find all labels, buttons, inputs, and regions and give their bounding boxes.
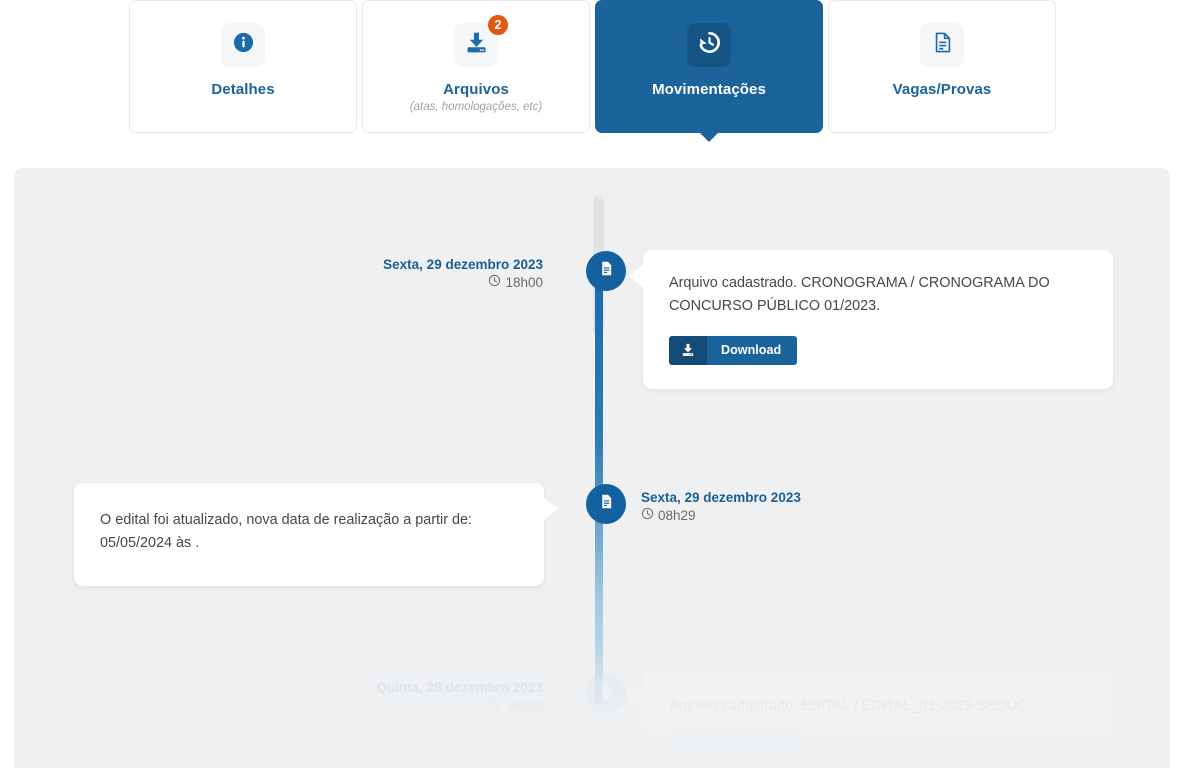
tab-detalhes[interactable]: Detalhes bbox=[129, 0, 357, 133]
tab-sublabel-arquivos: (atas, homologações, etc) bbox=[409, 101, 543, 113]
document-icon bbox=[598, 260, 615, 282]
download-icon bbox=[669, 735, 707, 765]
timeline-node-1[interactable] bbox=[586, 251, 626, 291]
timeline-time-3: 18h00 bbox=[260, 697, 543, 715]
timeline-time-text-2: 08h29 bbox=[658, 508, 696, 524]
tab-icon-tile: 2 bbox=[454, 13, 510, 67]
document-icon bbox=[931, 31, 954, 59]
timeline: Sexta, 29 dezembro 2023 18h00 Arquivo ca… bbox=[14, 168, 1170, 768]
timeline-date-2: Sexta, 29 dezembro 2023 bbox=[641, 490, 801, 505]
download-icon bbox=[669, 335, 707, 365]
info-circle-icon bbox=[232, 31, 255, 59]
movimentacoes-panel: Sexta, 29 dezembro 2023 18h00 Arquivo ca… bbox=[14, 168, 1170, 768]
timeline-time-text-1: 18h00 bbox=[505, 275, 543, 291]
card-tail bbox=[629, 264, 644, 288]
tab-movimentacoes[interactable]: Movimentações bbox=[595, 0, 823, 133]
timeline-node-2[interactable] bbox=[586, 484, 626, 524]
timeline-date-1: Sexta, 29 dezembro 2023 bbox=[383, 257, 543, 272]
tab-label-arquivos: Arquivos bbox=[443, 81, 509, 98]
card-tail bbox=[629, 687, 644, 711]
download-tray-icon bbox=[464, 30, 489, 60]
timeline-card-text-1: Arquivo cadastrado. CRONOGRAMA / CRONOGR… bbox=[669, 275, 1050, 315]
tab-bar: Detalhes 2 Arquivos (atas, homologações,… bbox=[129, 0, 1059, 138]
timeline-time-1: 18h00 bbox=[260, 274, 543, 292]
tab-icon-tile bbox=[687, 23, 731, 67]
document-icon bbox=[598, 493, 615, 515]
timeline-card-2: O edital foi atualizado, nova data de re… bbox=[74, 483, 558, 586]
timeline-card-text-3: Arquivo cadastrado. EDITAL / EDITAL_01-2… bbox=[669, 698, 1032, 714]
history-clock-icon bbox=[697, 30, 722, 60]
card-tail bbox=[543, 497, 558, 521]
timeline-node-3[interactable] bbox=[586, 674, 626, 714]
timeline-meta-2: Sexta, 29 dezembro 2023 08h29 bbox=[641, 489, 941, 525]
timeline-card-1: Arquivo cadastrado. CRONOGRAMA / CRONOGR… bbox=[629, 250, 1113, 389]
download-button-3[interactable]: Download bbox=[669, 735, 798, 765]
download-button-1[interactable]: Download bbox=[669, 335, 798, 365]
tab-label-detalhes: Detalhes bbox=[211, 81, 275, 98]
clock-icon bbox=[641, 507, 654, 525]
document-icon bbox=[598, 683, 615, 705]
clock-icon bbox=[488, 274, 501, 292]
timeline-time-2: 08h29 bbox=[641, 507, 941, 525]
timeline-date-3: Quinta, 28 dezembro 2023 bbox=[376, 680, 543, 695]
timeline-card-text-2: O edital foi atualizado, nova data de re… bbox=[100, 512, 472, 552]
timeline-meta-1: Sexta, 29 dezembro 2023 18h00 bbox=[260, 256, 543, 292]
tab-arquivos[interactable]: 2 Arquivos (atas, homologações, etc) bbox=[362, 0, 590, 133]
tab-label-vagas-provas: Vagas/Provas bbox=[892, 81, 992, 98]
timeline-time-text-3: 18h00 bbox=[505, 698, 543, 714]
timeline-card-3: Arquivo cadastrado. EDITAL / EDITAL_01-2… bbox=[629, 673, 1113, 768]
download-button-label-1: Download bbox=[707, 335, 798, 365]
timeline-meta-3: Quinta, 28 dezembro 2023 18h00 bbox=[260, 679, 543, 715]
download-button-label-3: Download bbox=[707, 735, 798, 765]
tab-icon-tile bbox=[221, 23, 265, 67]
arquivos-count-badge: 2 bbox=[486, 13, 510, 37]
clock-icon bbox=[488, 697, 501, 715]
tab-icon-tile bbox=[920, 23, 964, 67]
tab-vagas-provas[interactable]: Vagas/Provas bbox=[828, 0, 1056, 133]
tab-label-movimentacoes: Movimentações bbox=[652, 81, 766, 98]
